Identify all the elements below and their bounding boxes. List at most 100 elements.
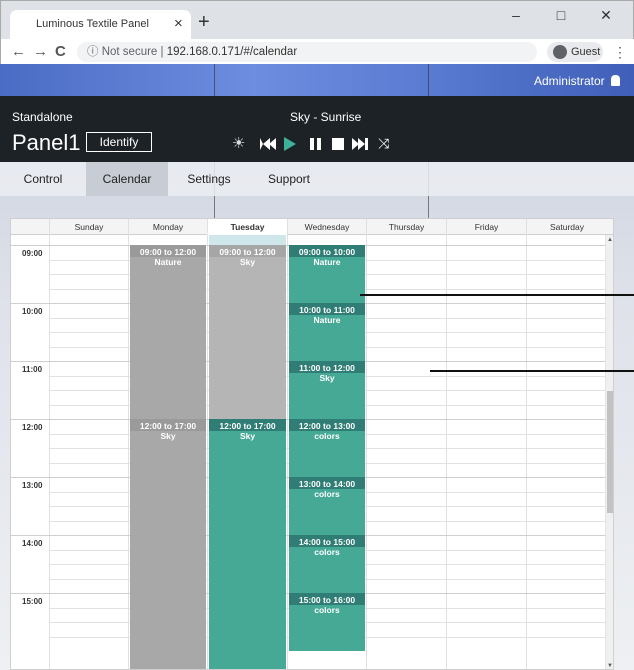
- calendar-event[interactable]: 12:00 to 17:00 Sky: [209, 419, 286, 669]
- next-icon[interactable]: [352, 138, 368, 150]
- user-name: Administrator: [533, 74, 605, 88]
- pause-icon[interactable]: [310, 138, 322, 150]
- calendar-event[interactable]: 09:00 to 12:00 Sky: [209, 245, 286, 419]
- event-time: 12:00 to 17:00: [130, 419, 206, 431]
- event-time: 15:00 to 16:00: [289, 593, 365, 605]
- event-name: colors: [314, 489, 340, 499]
- calendar-event[interactable]: 10:00 to 11:00 Nature: [289, 303, 365, 361]
- calendar-event[interactable]: 12:00 to 17:00 Sky: [130, 419, 206, 669]
- tab-settings[interactable]: Settings: [168, 162, 250, 196]
- annotation-line: [360, 294, 634, 296]
- event-time: 14:00 to 15:00: [289, 535, 365, 547]
- tab-calendar[interactable]: Calendar: [86, 162, 168, 196]
- hour-label: 13:00: [22, 481, 43, 490]
- annotation-line: [430, 370, 634, 372]
- event-name: Sky: [239, 257, 256, 267]
- calendar-header: Sunday Monday Tuesday Wednesday Thursday Frid…: [11, 219, 613, 235]
- reload-icon[interactable]: C: [55, 43, 66, 60]
- maximize-icon[interactable]: □: [546, 7, 576, 23]
- back-icon[interactable]: ←: [11, 43, 26, 60]
- event-time: 12:00 to 13:00: [289, 419, 365, 431]
- day-column-sunday[interactable]: [49, 235, 128, 669]
- tab-support[interactable]: Support: [250, 162, 328, 196]
- tab-title: Luminous Textile Panel: [36, 18, 149, 30]
- info-icon[interactable]: ⓘ: [87, 46, 99, 58]
- event-name: Sky: [239, 431, 256, 441]
- hour-label: 15:00: [22, 597, 43, 606]
- calendar-event[interactable]: 14:00 to 15:00 colors: [289, 535, 365, 593]
- event-name: colors: [314, 605, 340, 615]
- hour-label: 11:00: [22, 365, 43, 374]
- calendar-body[interactable]: 09:00 10:00 11:00 12:00 13:00 14:00 15:00 09:00…: [11, 235, 607, 669]
- profile-button[interactable]: Guest: [547, 42, 603, 62]
- hour-label: 12:00: [22, 423, 43, 432]
- mode-label: Standalone: [12, 110, 73, 124]
- now-playing: Sky - Sunrise: [290, 110, 362, 124]
- day-header-tuesday: Tuesday: [207, 219, 287, 235]
- play-icon[interactable]: [284, 137, 296, 151]
- hour-label: 09:00: [22, 249, 43, 258]
- browser-tab[interactable]: Luminous Textile Panel ×: [10, 10, 191, 40]
- calendar: Sunday Monday Tuesday Wednesday Thursday Frid…: [10, 218, 614, 670]
- scroll-down-icon[interactable]: ▼: [607, 663, 613, 669]
- calendar-event[interactable]: 12:00 to 13:00 colors: [289, 419, 365, 477]
- event-time: 11:00 to 12:00: [289, 361, 365, 373]
- day-header-saturday: Saturday: [526, 219, 607, 235]
- browser-toolbar: ← → C ⓘ Not secure | 192.168.0.171/#/cal…: [1, 39, 634, 65]
- event-name: colors: [314, 547, 340, 557]
- day-header-wednesday: Wednesday: [287, 219, 366, 235]
- event-time: 09:00 to 12:00: [130, 245, 206, 257]
- event-time: 13:00 to 14:00: [289, 477, 365, 489]
- close-window-icon[interactable]: ✕: [591, 7, 621, 24]
- calendar-event[interactable]: 09:00 to 10:00 Nature: [289, 245, 365, 303]
- identify-button[interactable]: Identify: [86, 132, 152, 152]
- calendar-event[interactable]: 15:00 to 16:00 colors: [289, 593, 365, 651]
- day-header-monday: Monday: [128, 219, 207, 235]
- stop-icon[interactable]: [332, 138, 344, 150]
- day-column-friday[interactable]: [446, 235, 526, 669]
- today-highlight: [209, 235, 286, 245]
- calendar-event[interactable]: 09:00 to 12:00 Nature: [130, 245, 206, 419]
- event-name: colors: [314, 431, 340, 441]
- event-name: Nature: [154, 257, 182, 267]
- panel-name: Panel1: [12, 130, 81, 155]
- profile-label: Guest: [571, 46, 601, 58]
- calendar-event[interactable]: 11:00 to 12:00 Sky: [289, 361, 365, 419]
- event-name: Nature: [313, 315, 341, 325]
- day-header-sunday: Sunday: [49, 219, 128, 235]
- forward-icon[interactable]: →: [33, 43, 48, 60]
- main-nav: Control Calendar Settings Support: [0, 162, 634, 196]
- event-time: 12:00 to 17:00: [209, 419, 286, 431]
- event-name: Sky: [319, 373, 335, 383]
- scroll-thumb[interactable]: [607, 391, 613, 513]
- url-separator: |: [160, 46, 164, 58]
- day-column-thursday[interactable]: [366, 235, 446, 669]
- new-tab-icon[interactable]: +: [198, 12, 210, 32]
- hour-label: 14:00: [22, 539, 43, 548]
- day-column-saturday[interactable]: [526, 235, 607, 669]
- browser-menu-icon[interactable]: ⋮: [613, 44, 627, 61]
- calendar-scrollbar[interactable]: ▲ ▼: [605, 235, 613, 669]
- day-header-thursday: Thursday: [366, 219, 446, 235]
- scroll-up-icon[interactable]: ▲: [607, 237, 613, 243]
- tab-control[interactable]: Control: [0, 162, 86, 196]
- profile-icon: [553, 45, 567, 59]
- brightness-icon[interactable]: ☀: [232, 134, 245, 152]
- user-icon: [611, 75, 620, 86]
- user-menu[interactable]: Administrator: [534, 74, 620, 88]
- event-name: Nature: [313, 257, 341, 267]
- tab-close-icon[interactable]: ×: [174, 15, 183, 32]
- panel-header: Standalone Panel1 Identify Sky - Sunrise…: [0, 96, 634, 162]
- event-time: 10:00 to 11:00: [289, 303, 365, 315]
- shuffle-icon[interactable]: ⤨: [378, 135, 389, 152]
- hour-label: 10:00: [22, 307, 43, 316]
- previous-icon[interactable]: [260, 138, 276, 150]
- calendar-event[interactable]: 13:00 to 14:00 colors: [289, 477, 365, 535]
- event-name: Sky: [160, 431, 176, 441]
- address-bar[interactable]: ⓘ Not secure | 192.168.0.171/#/calendar: [77, 42, 537, 62]
- app-page: Administrator Standalone Panel1 Identify…: [0, 64, 634, 670]
- url-text: 192.168.0.171/#/calendar: [166, 46, 298, 58]
- event-time: 09:00 to 10:00: [289, 245, 365, 257]
- minimize-icon[interactable]: –: [501, 7, 531, 23]
- day-header-friday: Friday: [446, 219, 526, 235]
